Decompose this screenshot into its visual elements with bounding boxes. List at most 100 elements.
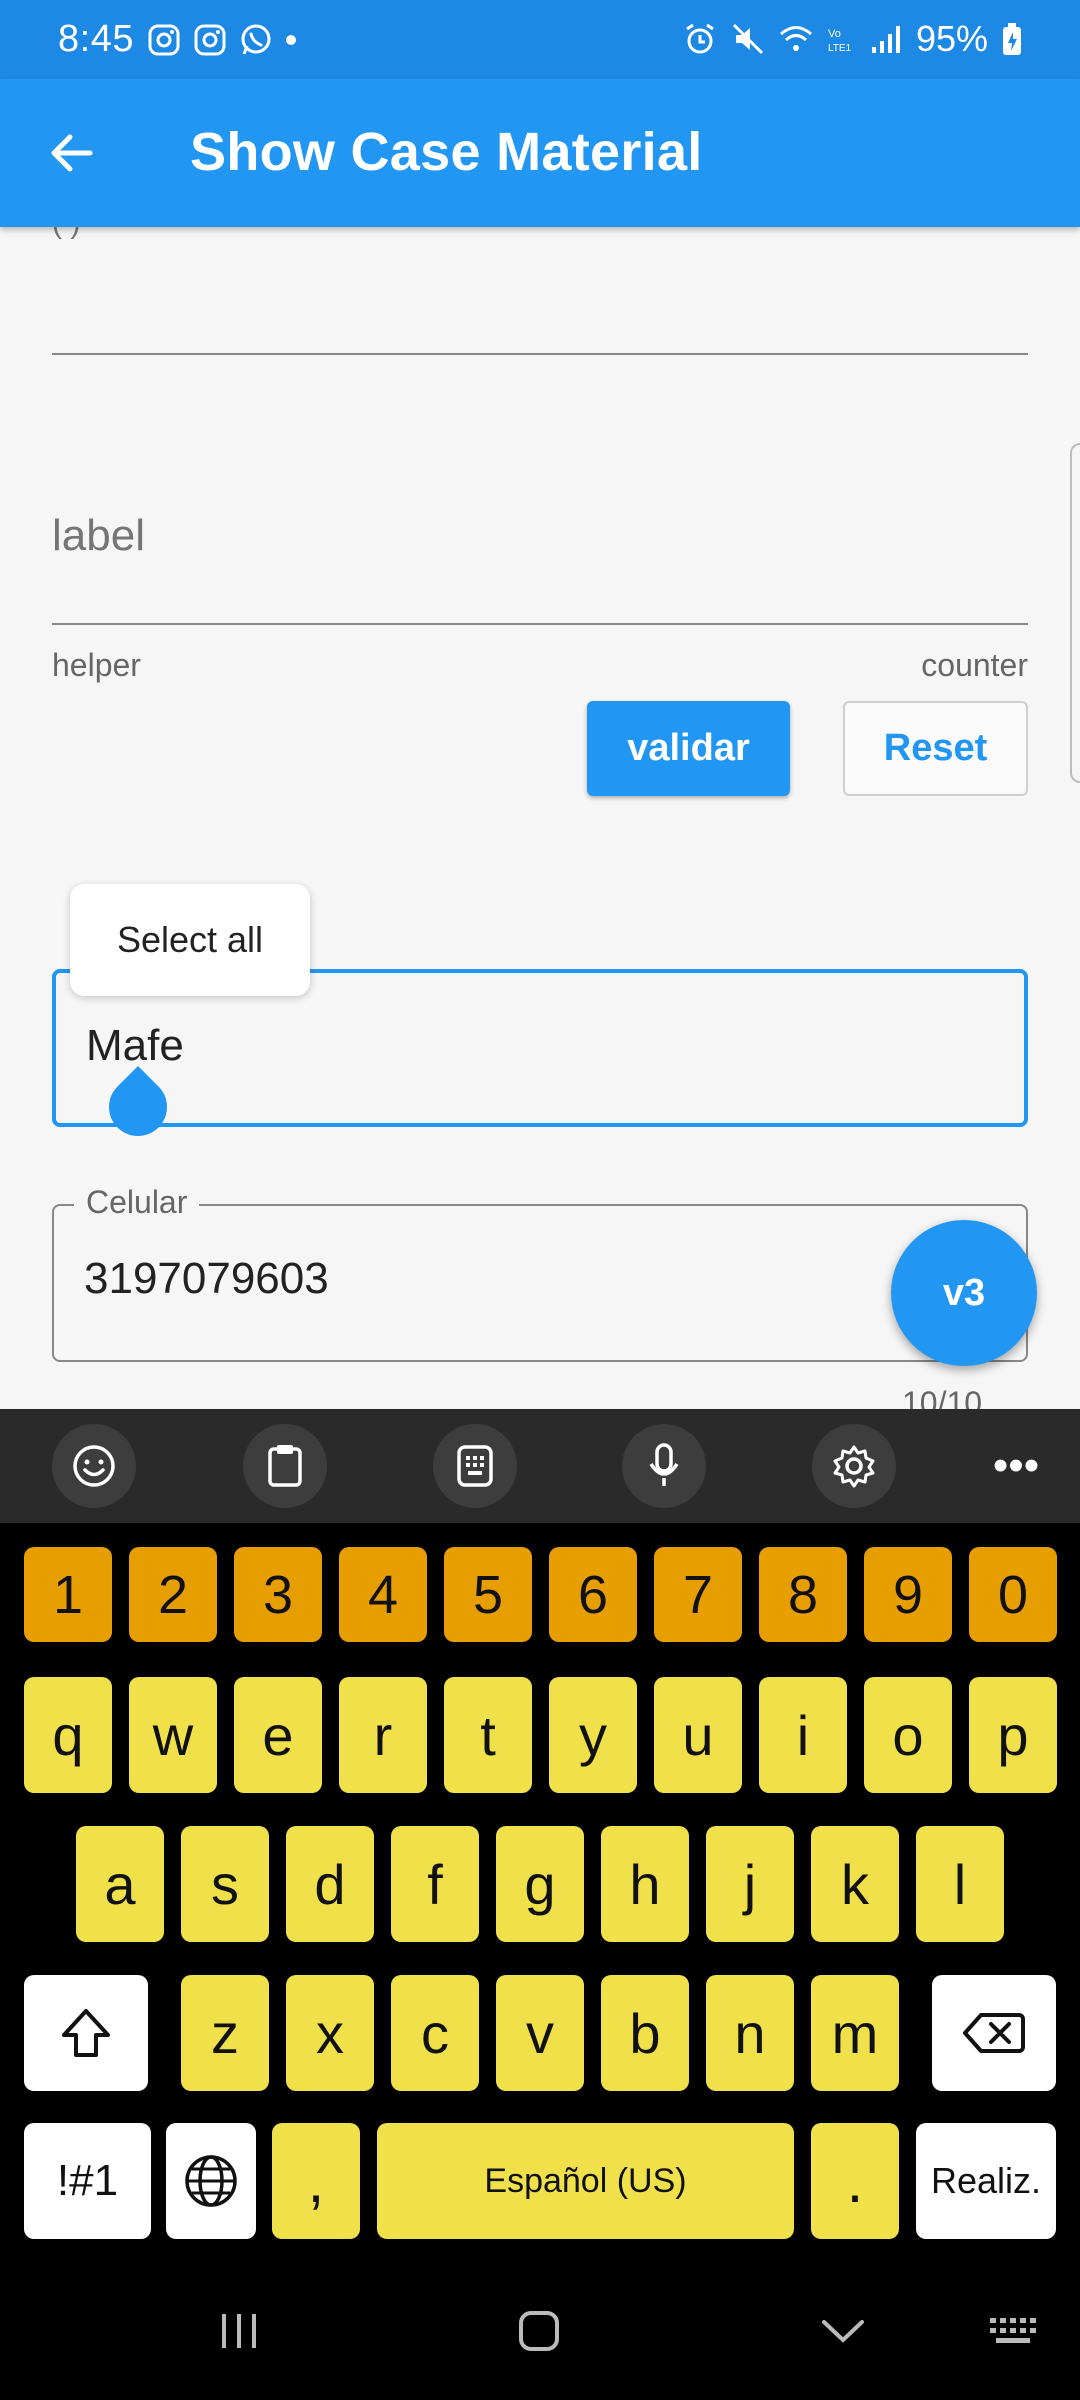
counter-text: counter [921, 647, 1028, 683]
key-y[interactable]: y [549, 1677, 637, 1793]
key-k[interactable]: k [811, 1826, 899, 1942]
keyboard-layout-icon [457, 1445, 493, 1487]
key-8[interactable]: 8 [759, 1547, 847, 1642]
key-f[interactable]: f [391, 1826, 479, 1942]
mute-icon [732, 23, 763, 55]
navigation-bar [0, 2266, 1080, 2400]
key-o[interactable]: o [864, 1677, 952, 1793]
keyboard-layout-button[interactable] [433, 1424, 517, 1508]
key-2[interactable]: 2 [129, 1547, 217, 1642]
keyboard-switch-icon[interactable] [986, 2306, 1040, 2356]
key-v[interactable]: v [496, 1975, 584, 2091]
alarm-icon [686, 23, 714, 54]
key-g[interactable]: g [496, 1826, 584, 1942]
helper-text: helper [52, 647, 141, 683]
instagram-icon [194, 24, 226, 56]
clipboard-button[interactable] [243, 1424, 327, 1508]
reset-button[interactable]: Reset [843, 701, 1028, 796]
key-i[interactable]: i [759, 1677, 847, 1793]
key-j[interactable]: j [706, 1826, 794, 1942]
form-content: ( ) label helper counter validar Reset S… [0, 227, 1080, 1409]
done-key[interactable]: Realiz. [916, 2123, 1056, 2239]
keyboard-settings-button[interactable] [812, 1424, 896, 1508]
app-bar: Show Case Material [0, 79, 1080, 227]
partial-text: ( ) [52, 227, 80, 241]
wifi-icon [779, 26, 812, 51]
key-w[interactable]: w [129, 1677, 217, 1793]
key-m[interactable]: m [811, 1975, 899, 2091]
voice-input-button[interactable] [622, 1424, 706, 1508]
key-b[interactable]: b [601, 1975, 689, 2091]
key-l[interactable]: l [916, 1826, 1004, 1942]
recent-apps-icon[interactable] [214, 2306, 264, 2356]
dot-icon [286, 35, 296, 45]
clipboard-icon [268, 1445, 302, 1487]
key-q[interactable]: q [24, 1677, 112, 1793]
backspace-key[interactable] [932, 1975, 1056, 2091]
home-icon[interactable] [514, 2306, 564, 2356]
key-p[interactable]: p [969, 1677, 1057, 1793]
key-d[interactable]: d [286, 1826, 374, 1942]
key-e[interactable]: e [234, 1677, 322, 1793]
key-9[interactable]: 9 [864, 1547, 952, 1642]
select-all-popup[interactable]: Select all [70, 884, 310, 996]
battery-charging-icon [1003, 23, 1021, 55]
keyboard: 1 2 3 4 5 6 7 8 9 0 q w e r t y u i o p … [0, 1523, 1080, 2266]
back-chevron-icon[interactable] [818, 2306, 868, 2356]
key-a[interactable]: a [76, 1826, 164, 1942]
microphone-icon [649, 1443, 679, 1486]
text-field-underline[interactable] [52, 353, 1028, 355]
notification-icons [146, 22, 298, 58]
volte-icon: Vo LTE1 [828, 28, 852, 54]
name-input-value: Mafe [86, 1021, 184, 1070]
comma-key[interactable]: , [272, 2123, 360, 2239]
system-icons: Vo LTE1 95% [682, 18, 1024, 60]
more-options-button[interactable]: ••• [980, 1439, 1052, 1493]
key-z[interactable]: z [181, 1975, 269, 2091]
globe-icon [185, 2155, 237, 2207]
signal-icon [871, 26, 900, 53]
emoji-button[interactable] [52, 1424, 136, 1508]
svg-text:Vo: Vo [828, 28, 841, 40]
key-6[interactable]: 6 [549, 1547, 637, 1642]
settings-icon [833, 1445, 875, 1488]
keyboard-toolbar: ••• [0, 1409, 1080, 1523]
space-key[interactable]: Español (US) [377, 2123, 794, 2239]
key-t[interactable]: t [444, 1677, 532, 1793]
key-3[interactable]: 3 [234, 1547, 322, 1642]
battery-percent: 95% [915, 18, 988, 59]
phone-input-value: 3197079603 [84, 1254, 329, 1303]
key-x[interactable]: x [286, 1975, 374, 2091]
language-key[interactable] [166, 2123, 256, 2239]
key-c[interactable]: c [391, 1975, 479, 2091]
arrow-left-icon[interactable] [42, 123, 102, 183]
backspace-icon [963, 2013, 1025, 2053]
symbols-key[interactable]: !#1 [24, 2123, 151, 2239]
phone-input-label: Celular [74, 1184, 200, 1221]
key-s[interactable]: s [181, 1826, 269, 1942]
key-h[interactable]: h [601, 1826, 689, 1942]
phone-input[interactable]: Celular 3197079603 [52, 1184, 1028, 1362]
whatsapp-icon [241, 24, 271, 55]
text-field-underline[interactable] [52, 623, 1028, 625]
shift-icon [62, 2009, 110, 2057]
edge-panel-handle[interactable] [1070, 443, 1080, 783]
key-0[interactable]: 0 [969, 1547, 1057, 1642]
version-fab-button[interactable]: v3 [891, 1220, 1037, 1366]
svg-text:LTE1: LTE1 [828, 43, 852, 54]
key-r[interactable]: r [339, 1677, 427, 1793]
key-7[interactable]: 7 [654, 1547, 742, 1642]
validate-button[interactable]: validar [587, 701, 790, 796]
emoji-icon [73, 1445, 115, 1487]
text-field-label[interactable]: label [52, 511, 145, 561]
period-key[interactable]: . [811, 2123, 899, 2239]
page-title: Show Case Material [190, 122, 703, 182]
key-4[interactable]: 4 [339, 1547, 427, 1642]
shift-key[interactable] [24, 1975, 148, 2091]
status-time: 8:45 [58, 18, 134, 60]
key-u[interactable]: u [654, 1677, 742, 1793]
key-1[interactable]: 1 [24, 1547, 112, 1642]
status-bar: 8:45 Vo LTE1 95% [0, 0, 1080, 79]
key-n[interactable]: n [706, 1975, 794, 2091]
key-5[interactable]: 5 [444, 1547, 532, 1642]
